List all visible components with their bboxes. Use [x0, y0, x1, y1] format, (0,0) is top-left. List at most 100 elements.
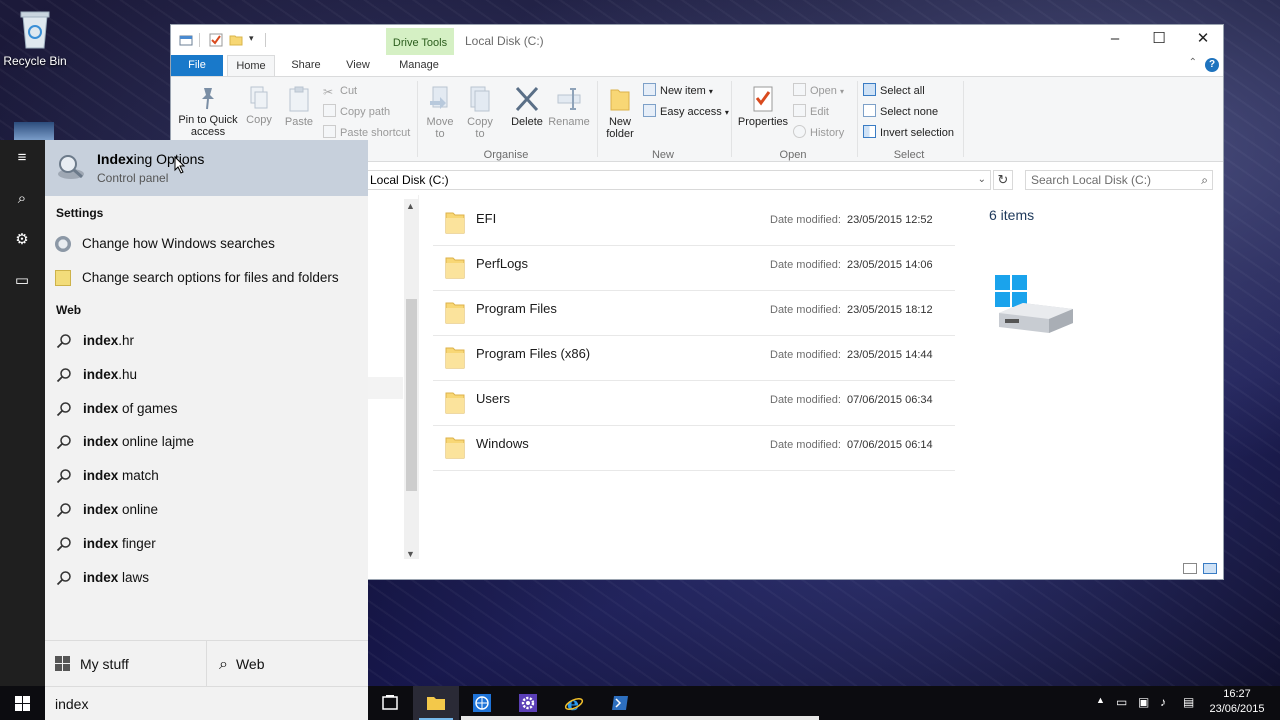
- settings-taskbar-button[interactable]: [505, 686, 551, 720]
- select-none-label: Select none: [880, 106, 939, 118]
- system-clock[interactable]: 16:27 23/06/2015: [1206, 687, 1268, 717]
- move-to-button[interactable]: Move to: [423, 85, 457, 140]
- customize-quick-access-icon[interactable]: ▾: [249, 33, 263, 47]
- properties-quick-icon[interactable]: [179, 33, 193, 47]
- history-button[interactable]: History: [793, 124, 844, 142]
- help-icon[interactable]: ?: [1205, 58, 1219, 72]
- refresh-icon: ↻: [997, 172, 1009, 187]
- file-explorer-taskbar-button[interactable]: [413, 686, 459, 720]
- delete-button[interactable]: Delete: [507, 85, 547, 128]
- chevron-down-icon[interactable]: ⌄: [978, 171, 986, 189]
- show-hidden-icons-icon[interactable]: ▲: [1096, 695, 1105, 705]
- easy-access-button[interactable]: Easy access ▾: [643, 103, 729, 121]
- best-match-indexing-options[interactable]: Indexing Options Control panel: [45, 140, 368, 196]
- select-none-icon: [863, 104, 876, 117]
- web-suggestion-item[interactable]: index online lajme: [55, 430, 355, 454]
- tab-home[interactable]: Home: [227, 55, 275, 76]
- internet-explorer-taskbar-button[interactable]: e: [551, 686, 597, 720]
- new-item-button[interactable]: New item ▾: [643, 82, 713, 100]
- power-icon[interactable]: ▭: [1116, 695, 1127, 709]
- settings-item-label: Change how Windows searches: [82, 236, 275, 251]
- tab-view[interactable]: View: [334, 55, 382, 76]
- web-suggestion-item[interactable]: index.hu: [55, 363, 355, 387]
- minimize-button[interactable]: –: [1093, 25, 1137, 55]
- web-suggestion-item[interactable]: index of games: [55, 397, 355, 421]
- new-folder-button[interactable]: New folder: [601, 85, 639, 140]
- select-all-button[interactable]: Select all: [863, 82, 925, 100]
- refresh-button[interactable]: ↻: [993, 170, 1013, 190]
- file-row[interactable]: EFI Date modified: 23/05/2015 12:52: [433, 201, 955, 246]
- address-input[interactable]: Local Disk (C:) ⌄: [366, 170, 991, 190]
- web-suggestion-text: index of games: [83, 397, 178, 421]
- file-row[interactable]: Windows Date modified: 07/06/2015 06:14: [433, 426, 955, 471]
- web-suggestion-item[interactable]: index finger: [55, 532, 355, 556]
- network-icon[interactable]: ▣: [1138, 695, 1149, 709]
- properties-label: Properties: [737, 116, 789, 128]
- new-group-label: New: [651, 149, 674, 161]
- search-icon: [56, 469, 71, 484]
- powershell-taskbar-button[interactable]: [597, 686, 643, 720]
- file-row[interactable]: PerfLogs Date modified: 23/05/2015 14:06: [433, 246, 955, 291]
- search-icon: [56, 570, 71, 585]
- scroll-down-icon[interactable]: ▼: [406, 549, 415, 559]
- tab-file[interactable]: File: [171, 55, 223, 76]
- recycle-bin-desktop-icon[interactable]: Recycle Bin: [0, 8, 70, 68]
- large-icons-view-icon[interactable]: [1203, 563, 1217, 574]
- close-button[interactable]: ✕: [1181, 25, 1225, 55]
- action-center-icon[interactable]: ▤: [1183, 695, 1194, 709]
- start-button[interactable]: [0, 686, 45, 720]
- web-suggestion-item[interactable]: index laws: [55, 566, 355, 590]
- scissors-icon: ✂: [323, 85, 334, 99]
- checkmark-icon[interactable]: [209, 33, 223, 47]
- open-button[interactable]: Open ▾: [793, 82, 844, 100]
- edit-icon: [793, 104, 806, 117]
- collapse-ribbon-icon[interactable]: ⌃: [1189, 57, 1197, 68]
- volume-icon[interactable]: ♪: [1160, 695, 1166, 709]
- hamburger-menu-icon[interactable]: ≡: [12, 148, 32, 168]
- taskbar-thumbnail-strip: [461, 716, 819, 720]
- settings-item-change-search-options[interactable]: Change search options for files and fold…: [55, 266, 365, 290]
- search-icon[interactable]: ⌕: [12, 189, 32, 209]
- web-suggestion-item[interactable]: index match: [55, 464, 355, 488]
- copy-to-button[interactable]: Copy to: [463, 85, 497, 140]
- web-suggestion-item[interactable]: index online: [55, 498, 355, 522]
- select-group-label: Select: [893, 149, 925, 161]
- invert-selection-button[interactable]: Invert selection: [863, 124, 954, 142]
- copy-to-icon: [470, 86, 490, 112]
- file-row[interactable]: Program Files Date modified: 23/05/2015 18…: [433, 291, 955, 336]
- gear-icon[interactable]: ⚙: [12, 230, 32, 250]
- rename-button[interactable]: Rename: [547, 85, 591, 128]
- tab-share[interactable]: Share: [283, 55, 329, 76]
- date-modified-label: Date modified:: [770, 349, 841, 361]
- scroll-up-icon[interactable]: ▲: [406, 201, 415, 211]
- web-suggestion-bold: index: [83, 434, 119, 450]
- details-view-icon[interactable]: [1183, 563, 1197, 574]
- cut-button[interactable]: ✂ Cut: [323, 82, 357, 100]
- select-none-button[interactable]: Select none: [863, 103, 938, 121]
- pin-to-quick-access-button[interactable]: Pin to Quick access: [175, 85, 241, 138]
- file-row[interactable]: Program Files (x86) Date modified: 23/05/2…: [433, 336, 955, 381]
- nav-pane-scroll-thumb[interactable]: [406, 299, 417, 491]
- tab-manage[interactable]: Manage: [389, 55, 449, 76]
- properties-button[interactable]: Properties: [735, 85, 791, 128]
- globe-app-taskbar-button[interactable]: [459, 686, 505, 720]
- invert-selection-icon: [863, 125, 876, 138]
- copy-path-button[interactable]: Copy path: [323, 103, 390, 121]
- maximize-button[interactable]: ☐: [1137, 25, 1181, 55]
- file-row[interactable]: Users Date modified: 07/06/2015 06:34: [433, 381, 955, 426]
- settings-item-change-how-windows-searches[interactable]: Change how Windows searches: [55, 232, 365, 256]
- edit-button[interactable]: Edit: [793, 103, 829, 121]
- search-query-input[interactable]: [55, 692, 355, 716]
- web-suggestion-item[interactable]: index.hr: [55, 329, 355, 353]
- date-modified-label: Date modified:: [770, 304, 841, 316]
- task-view-button[interactable]: [367, 686, 413, 720]
- search-icon: [56, 503, 71, 518]
- copy-button[interactable]: Copy: [243, 85, 275, 126]
- new-folder-quick-icon[interactable]: [229, 33, 243, 47]
- paste-button[interactable]: Paste: [281, 85, 317, 128]
- search-input[interactable]: Search Local Disk (C:) ⌕: [1025, 170, 1213, 190]
- feedback-icon[interactable]: ▭: [12, 271, 32, 291]
- web-scope-button[interactable]: ⌕ Web: [219, 641, 265, 687]
- desktop-shortcut-icon[interactable]: [14, 122, 54, 140]
- my-stuff-button[interactable]: My stuff: [55, 641, 129, 687]
